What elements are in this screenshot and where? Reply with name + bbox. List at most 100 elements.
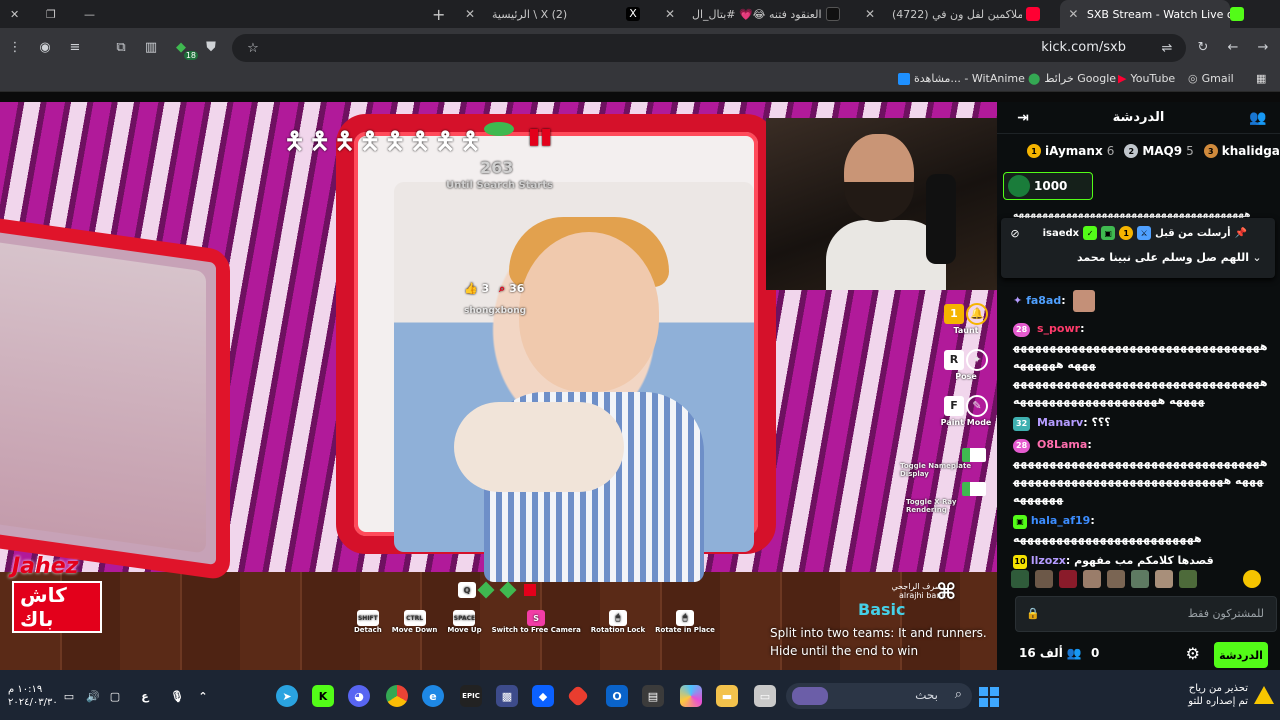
address-bar[interactable]: ☆ kick.com/sxb ⇌ <box>232 34 1186 62</box>
hide-pinned-icon[interactable]: ⊘ <box>1005 224 1025 244</box>
shield-icon[interactable]: ⛊ <box>200 36 222 58</box>
globe-icon: ◎ <box>1188 72 1198 85</box>
emote-icon[interactable] <box>1131 570 1149 588</box>
emote-icon[interactable] <box>1059 570 1077 588</box>
emote-icon[interactable] <box>1011 570 1029 588</box>
back-icon[interactable]: → <box>1252 36 1274 58</box>
outlook-icon[interactable]: O <box>606 685 628 707</box>
tab-tiktok[interactable]: ✕ اخر العنقود فتنه 😂💗 #بتال_ال <box>662 0 852 28</box>
bookmark-google-maps[interactable]: ⬤ خرائط Google <box>1028 72 1116 85</box>
chat-username[interactable]: llzozx <box>1031 554 1066 567</box>
leader-2[interactable]: 2 MAQ9 5 <box>1124 144 1194 158</box>
discord-icon[interactable]: ◕ <box>348 685 370 707</box>
send-chat-button[interactable]: الدردشة <box>1214 642 1268 668</box>
emote-icon[interactable] <box>1083 570 1101 588</box>
chevron-down-icon[interactable]: ⌄ <box>1247 248 1267 268</box>
clock[interactable]: ١٠:١٩ م ٢٠٢٤/٠٣/٣٠ <box>8 683 58 709</box>
bookmark-witanime[interactable]: مشاهدة... - WitAnime <box>898 72 1025 85</box>
tab-title: اخر العنقود فتنه 😂💗 #بتال_ال <box>692 7 822 21</box>
leader-3[interactable]: 3 khalidga <box>1203 144 1280 158</box>
copilot-icon[interactable] <box>680 685 702 707</box>
close-icon[interactable]: ✕ <box>462 7 478 21</box>
emote-icon[interactable] <box>1179 570 1197 588</box>
kick-count: 0 <box>1091 646 1100 660</box>
emote-icon[interactable] <box>1107 570 1125 588</box>
stream-video-player[interactable]: 🯅🯅🯅🯅🯅🯅🯅🯅 ▮▮ 263 Until Search Starts 👍 3 … <box>0 102 997 670</box>
toggle-nameplate-label: Toggle Nameplate Display <box>900 462 972 478</box>
apps-grid-icon[interactable]: ▦ <box>1256 72 1266 85</box>
windows-taskbar: ١٠:١٩ م ٢٠٢٤/٠٣/٣٠ ▭ 🔊 ▢ ع 🎙 ⌃ ➤ K ◕ e E… <box>0 670 1280 720</box>
kicks-goal[interactable]: 1000 <box>1003 172 1093 200</box>
hint-key: SHIFT <box>356 610 379 626</box>
pinned-message[interactable]: ⊘ isaedx ✓ ▣ 1 ⚔ أرسلت من قبل 📌 اللهم صل… <box>1001 218 1275 278</box>
reload-icon[interactable]: ↻ <box>1192 36 1214 58</box>
tab-x[interactable]: ✕ الرئيسية \ X (2) X <box>462 0 652 28</box>
taskbar-search[interactable]: بحث ⌕ <box>786 683 972 709</box>
restore-icon[interactable]: ❐ <box>46 0 64 28</box>
chat-title: الدردشة <box>1112 110 1165 125</box>
url-text[interactable]: kick.com/sxb <box>1041 40 1126 55</box>
language-indicator[interactable]: ع <box>134 685 156 707</box>
task-view-icon[interactable]: ▭ <box>754 685 776 707</box>
emote-icon[interactable] <box>1155 570 1173 588</box>
tab-sxb-stream[interactable]: ✕ SXB Stream - Watch Live on <box>1060 0 1230 28</box>
microphone-icon[interactable]: 🎙 <box>166 685 188 707</box>
kicks-avatar-icon <box>1008 175 1030 197</box>
extensions-puzzle-icon[interactable]: ⧉ <box>110 36 132 58</box>
chat-username[interactable]: s_powr <box>1037 322 1080 335</box>
chat-username[interactable]: Manarv <box>1037 416 1083 429</box>
extension-badge-icon[interactable]: ◆ 18 <box>170 36 198 60</box>
hint-rotation-lock: 🖱 Rotation Lock <box>591 610 645 634</box>
leader-1[interactable]: 1 iAymanx 6 <box>1027 144 1114 158</box>
chat-message-text: هههههههههههههههههههههههههه <box>1013 532 1202 545</box>
chrome-icon[interactable] <box>386 685 408 707</box>
forward-icon[interactable]: ← <box>1222 36 1244 58</box>
battery-icon[interactable]: ▭ <box>58 685 80 707</box>
gear-icon[interactable]: ⚙ <box>1186 644 1200 663</box>
pin-icon: 📌 <box>1234 227 1247 239</box>
chat-input[interactable]: 🔒 للمشتركون فقط <box>1015 596 1277 632</box>
epic-games-icon[interactable]: EPIC <box>460 685 482 707</box>
collapse-chat-icon[interactable]: ⇥ <box>1013 108 1033 128</box>
new-tab-button[interactable]: + <box>432 0 452 28</box>
media-control-icon[interactable]: ≡ <box>64 36 86 58</box>
chat-username[interactable]: fa8ad <box>1026 294 1061 307</box>
close-icon[interactable]: ✕ <box>862 7 878 21</box>
menu-kebab-icon[interactable]: ⋮ <box>4 36 26 58</box>
bookmark-gmail[interactable]: ◎ Gmail <box>1188 72 1234 85</box>
extension-icon[interactable]: ▥ <box>140 36 162 58</box>
volume-icon[interactable]: 🔊 <box>82 685 104 707</box>
close-window-icon[interactable]: ✕ <box>10 0 28 28</box>
bookmark-youtube[interactable]: ▶ YouTube <box>1118 72 1175 85</box>
emote-icon[interactable] <box>1243 570 1261 588</box>
leader-name: khalidga <box>1221 144 1280 158</box>
file-explorer-icon[interactable]: ▬ <box>716 685 738 707</box>
users-icon[interactable]: 👥 <box>1248 108 1268 128</box>
pinned-username[interactable]: isaedx <box>1043 228 1080 239</box>
app-icon[interactable]: ▩ <box>496 685 518 707</box>
bookmark-star-icon[interactable]: ☆ <box>242 37 264 59</box>
close-icon[interactable]: ✕ <box>1066 7 1081 21</box>
chevron-up-icon[interactable]: ⌃ <box>192 685 214 707</box>
minimize-icon[interactable]: — <box>84 0 102 28</box>
emote-reaction-row <box>1011 568 1261 590</box>
dropbox-icon[interactable]: ◆ <box>532 685 554 707</box>
countdown-number: 263 <box>480 158 514 177</box>
telegram-icon[interactable]: ➤ <box>276 685 298 707</box>
emote-icon[interactable] <box>1035 570 1053 588</box>
windows-start-icon[interactable] <box>979 687 999 707</box>
weather-warning[interactable]: تحذير من رياح تم إصداره للتو <box>1188 682 1248 708</box>
chat-username[interactable]: O8Lama <box>1037 438 1087 451</box>
close-icon[interactable]: ✕ <box>662 7 678 21</box>
edge-icon[interactable]: e <box>422 685 444 707</box>
chat-footer: 16 ألف 👥 0 ⚙ الدردشة <box>997 638 1280 670</box>
tab-youtube[interactable]: ✕ (4722) ملاكمين لفل ون في IQB <box>862 0 1052 28</box>
kick-app-icon[interactable]: K <box>312 685 334 707</box>
display-icon[interactable]: ▢ <box>104 685 126 707</box>
app-diamond-icon[interactable] <box>566 684 590 708</box>
extension-icon[interactable]: ◉ <box>34 36 56 58</box>
site-settings-icon[interactable]: ⇌ <box>1156 37 1178 59</box>
store-icon[interactable]: ▤ <box>642 685 664 707</box>
sponsor-logo: Jahez كاش باك <box>12 554 102 633</box>
chat-username[interactable]: hala_af19 <box>1031 514 1090 527</box>
